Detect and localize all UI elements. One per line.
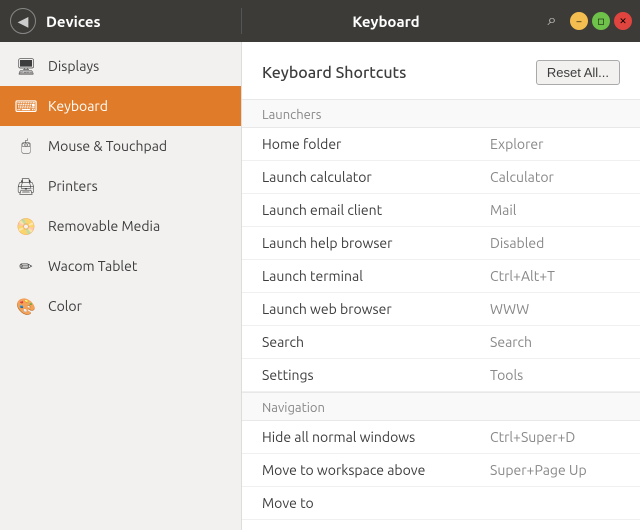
sidebar-item-color[interactable]: 🎨 Color xyxy=(0,286,241,326)
sidebar-label-keyboard: Keyboard xyxy=(48,98,108,114)
sidebar-item-removable[interactable]: 📀 Removable Media xyxy=(0,206,241,246)
content-area: Keyboard Shortcuts Reset All... Launcher… xyxy=(242,42,640,530)
back-icon: ◀ xyxy=(18,13,29,30)
main-layout: 🖥 Displays ⌨ Keyboard 🖱 Mouse & Touchpad 🖨 Prin… xyxy=(0,42,640,530)
shortcut-name: Hide all normal windows xyxy=(262,429,490,445)
center-title: Keyboard xyxy=(352,13,419,30)
shortcut-name: Home folder xyxy=(262,136,490,152)
shortcut-key: Explorer xyxy=(490,136,620,152)
printers-icon: 🖨 xyxy=(16,176,36,196)
sidebar: 🖥 Displays ⌨ Keyboard 🖱 Mouse & Touchpad 🖨 Prin… xyxy=(0,42,242,530)
shortcut-row[interactable]: Move to xyxy=(242,487,640,520)
sidebar-label-removable: Removable Media xyxy=(48,218,160,234)
shortcut-name: Launch calculator xyxy=(262,169,490,185)
sidebar-label-mouse: Mouse & Touchpad xyxy=(48,138,167,154)
shortcut-name: Settings xyxy=(262,367,490,383)
shortcut-row[interactable]: Home folderExplorer xyxy=(242,128,640,161)
minimize-button[interactable]: – xyxy=(570,12,588,30)
shortcut-name: Launch web browser xyxy=(262,301,490,317)
titlebar-right: ⌕ – ◻ ✕ xyxy=(530,7,640,35)
shortcut-key: Ctrl+Alt+T xyxy=(490,268,620,284)
keyboard-icon: ⌨ xyxy=(16,96,36,116)
section-header-navigation: Navigation xyxy=(242,392,640,421)
shortcut-row[interactable]: Move to workspace aboveSuper+Page Up xyxy=(242,454,640,487)
shortcut-name: Move to workspace above xyxy=(262,462,490,478)
sidebar-label-color: Color xyxy=(48,298,82,314)
sidebar-item-keyboard[interactable]: ⌨ Keyboard xyxy=(0,86,241,126)
shortcut-key: Super+Page Up xyxy=(490,462,620,478)
color-icon: 🎨 xyxy=(16,296,36,316)
search-button[interactable]: ⌕ xyxy=(538,7,566,35)
close-button[interactable]: ✕ xyxy=(614,12,632,30)
mouse-icon: 🖱 xyxy=(16,136,36,156)
removable-icon: 📀 xyxy=(16,216,36,236)
shortcut-key: WWW xyxy=(490,301,620,317)
minimize-icon: – xyxy=(576,16,581,26)
sidebar-item-printers[interactable]: 🖨 Printers xyxy=(0,166,241,206)
maximize-button[interactable]: ◻ xyxy=(592,12,610,30)
displays-icon: 🖥 xyxy=(16,56,36,76)
shortcut-name: Launch help browser xyxy=(262,235,490,251)
shortcut-row[interactable]: Hide all normal windowsCtrl+Super+D xyxy=(242,421,640,454)
shortcut-name: Move to xyxy=(262,495,490,511)
shortcut-row[interactable]: Launch email clientMail xyxy=(242,194,640,227)
titlebar-center: Keyboard xyxy=(242,13,530,30)
shortcut-row[interactable]: Launch calculatorCalculator xyxy=(242,161,640,194)
shortcut-key: Search xyxy=(490,334,620,350)
sidebar-item-displays[interactable]: 🖥 Displays xyxy=(0,46,241,86)
shortcut-row[interactable]: SearchSearch xyxy=(242,326,640,359)
shortcut-key: Ctrl+Super+D xyxy=(490,429,620,445)
shortcut-row[interactable]: Launch help browserDisabled xyxy=(242,227,640,260)
titlebar: ◀ Devices Keyboard ⌕ – ◻ ✕ xyxy=(0,0,640,42)
content-title: Keyboard Shortcuts xyxy=(262,64,406,82)
section-title: Devices xyxy=(46,13,101,30)
shortcut-key: Mail xyxy=(490,202,620,218)
content-header: Keyboard Shortcuts Reset All... xyxy=(242,42,640,99)
section-header-launchers: Launchers xyxy=(242,99,640,128)
shortcut-row[interactable]: Launch web browserWWW xyxy=(242,293,640,326)
shortcut-key: Tools xyxy=(490,367,620,383)
shortcut-name: Search xyxy=(262,334,490,350)
sidebar-item-mouse[interactable]: 🖱 Mouse & Touchpad xyxy=(0,126,241,166)
shortcut-name: Launch email client xyxy=(262,202,490,218)
shortcuts-table: LaunchersHome folderExplorerLaunch calcu… xyxy=(242,99,640,520)
reset-all-button[interactable]: Reset All... xyxy=(536,60,620,85)
wacom-icon: ✏ xyxy=(16,256,36,276)
sidebar-label-printers: Printers xyxy=(48,178,98,194)
shortcut-key: Calculator xyxy=(490,169,620,185)
shortcut-key: Disabled xyxy=(490,235,620,251)
shortcut-name: Launch terminal xyxy=(262,268,490,284)
close-icon: ✕ xyxy=(619,16,627,27)
sidebar-label-displays: Displays xyxy=(48,58,99,74)
shortcut-row[interactable]: Launch terminalCtrl+Alt+T xyxy=(242,260,640,293)
search-icon: ⌕ xyxy=(548,12,557,30)
maximize-icon: ◻ xyxy=(597,16,604,27)
sidebar-item-wacom[interactable]: ✏ Wacom Tablet xyxy=(0,246,241,286)
titlebar-left: ◀ Devices xyxy=(0,8,242,34)
back-button[interactable]: ◀ xyxy=(10,8,36,34)
shortcut-row[interactable]: SettingsTools xyxy=(242,359,640,392)
sidebar-label-wacom: Wacom Tablet xyxy=(48,258,137,274)
